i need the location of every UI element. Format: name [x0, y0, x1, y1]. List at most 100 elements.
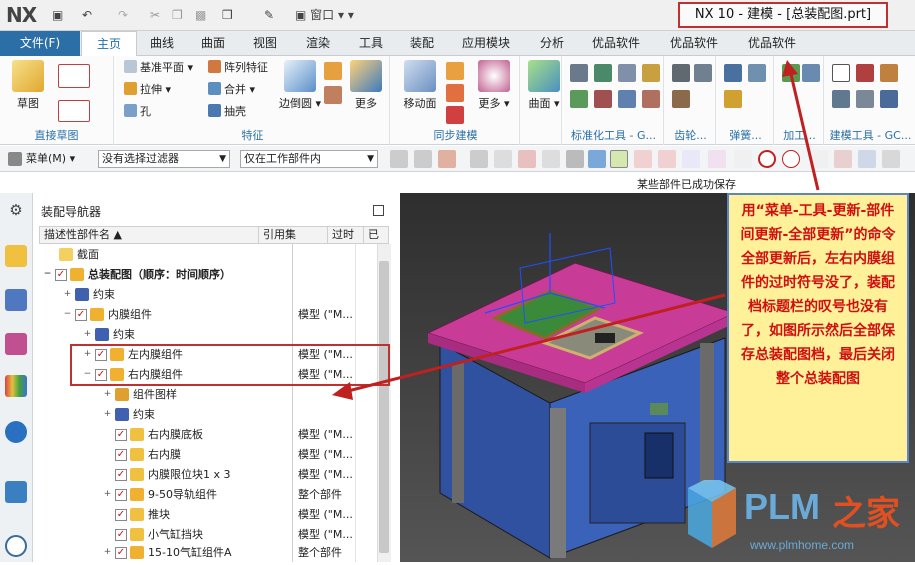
tree-row-part[interactable]: ✓ 推块 模型 ("M... — [39, 505, 377, 525]
window-switch-icon[interactable]: ❒ — [222, 6, 233, 24]
datum-plane-label: 基准平面 — [140, 61, 184, 74]
assembly-navigator-icon[interactable] — [5, 245, 27, 267]
edge-blend-button[interactable]: 边倒圆 ▾ — [278, 60, 322, 111]
tab-youpin-1[interactable]: 优品软件 — [582, 31, 650, 56]
collapse-icon[interactable]: − — [63, 310, 72, 319]
tab-view[interactable]: 视图 — [243, 31, 287, 56]
assembly-icon — [70, 268, 84, 281]
sketch-button[interactable]: 草图 — [6, 60, 50, 111]
tab-curve[interactable]: 曲线 — [141, 31, 183, 56]
modeling-tool-icon-4[interactable] — [856, 90, 874, 108]
paste-icon[interactable]: ▩ — [195, 6, 206, 24]
unite-button[interactable]: 合并 ▾ — [208, 81, 255, 99]
snap-icon-8[interactable] — [882, 150, 900, 168]
extrude-label: 拉伸 — [140, 83, 162, 96]
gear-icon[interactable]: ⚙ — [5, 199, 27, 221]
window-menu-label: 窗口 — [310, 8, 335, 22]
tab-surface[interactable]: 曲面 — [191, 31, 235, 56]
chevron-down-icon: ▼ — [219, 154, 226, 164]
save-icon[interactable]: ▣ — [52, 6, 63, 24]
modeling-tool-icon-1[interactable] — [856, 64, 874, 82]
ribbon-tab-bar: 文件(F) 主页 曲线 曲面 视图 渲染 工具 装配 应用模块 分析 优品软件 … — [0, 31, 915, 57]
tab-youpin-2[interactable]: 优品软件 — [660, 31, 728, 56]
profile-icon[interactable] — [58, 64, 90, 88]
tree-row-subassembly[interactable]: + ✓ 15-10气缸组件A 整个部件 — [39, 543, 377, 563]
visibility-checkbox[interactable]: ✓ — [75, 309, 87, 321]
brand-text-cn: 之家 — [832, 494, 900, 534]
tree-row-part[interactable]: ✓ 内膜限位块1 x 3 模型 ("M... — [39, 465, 377, 485]
web-browser-icon[interactable] — [5, 481, 27, 503]
hole-button[interactable]: 孔 — [124, 103, 151, 121]
modeling-tool-icon-5[interactable] — [880, 90, 898, 108]
tab-render[interactable]: 渲染 — [296, 31, 340, 56]
history-clock-icon[interactable] — [5, 535, 27, 557]
visibility-checkbox[interactable]: ✓ — [55, 269, 67, 281]
selection-filter-dropdown[interactable]: 没有选择过滤器 ▼ — [98, 150, 230, 168]
edge-blend-icon — [284, 60, 316, 92]
snap-icon-7[interactable] — [858, 150, 876, 168]
expand-icon[interactable]: + — [103, 410, 112, 419]
row-label: 约束 — [93, 288, 115, 301]
assembly-icon — [90, 308, 104, 321]
brand-text: PLM — [744, 486, 820, 527]
window-menu[interactable]: ▣ 窗口 ▾ ▾ — [295, 6, 354, 24]
reuse-library-icon[interactable] — [5, 375, 27, 397]
row-label: 截面 — [77, 248, 99, 261]
datum-plane-button[interactable]: 基准平面 ▾ — [124, 59, 193, 77]
tab-analysis[interactable]: 分析 — [530, 31, 574, 56]
row-reference-set: 整个部件 — [298, 546, 342, 559]
tree-row-subassembly[interactable]: + ✓ 9-50导轨组件 整个部件 — [39, 485, 377, 505]
pen-icon[interactable]: ✎ — [264, 6, 274, 24]
menu-button[interactable]: 菜单(M) ▾ — [26, 150, 75, 168]
undo-icon[interactable]: ↶ — [82, 6, 92, 24]
cut-icon[interactable]: ✂ — [150, 6, 160, 24]
shell-button[interactable]: 抽壳 — [208, 103, 246, 121]
row-label: 推块 — [148, 508, 170, 521]
visibility-checkbox[interactable]: ✓ — [115, 489, 127, 501]
tab-youpin-3[interactable]: 优品软件 — [738, 31, 806, 56]
extrude-button[interactable]: 拉伸 ▾ — [124, 81, 171, 99]
rectangle-icon[interactable] — [58, 100, 90, 122]
pattern-feature-button[interactable]: 阵列特征 — [208, 59, 268, 77]
edge-blend-label: 边倒圆 — [278, 97, 312, 110]
visibility-checkbox[interactable]: ✓ — [115, 429, 127, 441]
tree-row-part[interactable]: ✓ 小气缸挡块 模型 ("M... — [39, 525, 377, 545]
expand-icon[interactable]: + — [63, 290, 72, 299]
expand-icon[interactable]: + — [103, 490, 112, 499]
visibility-checkbox[interactable]: ✓ — [115, 547, 127, 559]
visibility-checkbox[interactable]: ✓ — [115, 469, 127, 481]
tab-tools[interactable]: 工具 — [349, 31, 393, 56]
visibility-checkbox[interactable]: ✓ — [115, 529, 127, 541]
visibility-checkbox[interactable]: ✓ — [115, 449, 127, 461]
tab-file[interactable]: 文件(F) — [0, 31, 80, 56]
collapse-icon[interactable]: − — [43, 270, 52, 279]
expand-icon[interactable]: + — [83, 330, 92, 339]
col-reference-set[interactable]: 引用集 — [259, 227, 328, 243]
col-part-name-label: 描述性部件名 — [44, 228, 110, 241]
expand-icon[interactable]: + — [103, 548, 112, 557]
annotation-note: 用“菜单-工具-更新-部件间更新-全部更新”的命令全部更新后，左右内膜组件的过时… — [727, 193, 909, 463]
shell-label: 抽壳 — [224, 105, 246, 118]
modeling-tool-icon-2[interactable] — [880, 64, 898, 82]
row-reference-set: 模型 ("M... — [298, 528, 353, 541]
constraint-navigator-icon[interactable] — [5, 289, 27, 311]
row-label: 小气缸挡块 — [148, 528, 203, 541]
info-icon[interactable] — [5, 421, 27, 443]
row-reference-set: 整个部件 — [298, 488, 342, 501]
menu-label: 菜单(M) — [26, 152, 67, 165]
col-part-name[interactable]: 描述性部件名 ▲ — [40, 227, 259, 243]
part-navigator-icon[interactable] — [5, 333, 27, 355]
selection-scope-value: 仅在工作部件内 — [244, 152, 321, 165]
expand-icon[interactable]: + — [103, 390, 112, 399]
visibility-checkbox[interactable]: ✓ — [115, 509, 127, 521]
assembly-icon — [130, 488, 144, 501]
tab-assembly[interactable]: 装配 — [400, 31, 444, 56]
redo-icon[interactable]: ↷ — [118, 6, 128, 24]
row-label: 约束 — [113, 328, 135, 341]
copy-icon[interactable]: ❐ — [172, 6, 183, 24]
row-reference-set: 模型 ("M... — [298, 468, 353, 481]
row-label: 内膜组件 — [108, 308, 152, 321]
row-label: 9-50导轨组件 — [148, 488, 217, 501]
tab-home[interactable]: 主页 — [81, 31, 137, 57]
tab-application[interactable]: 应用模块 — [452, 31, 520, 56]
